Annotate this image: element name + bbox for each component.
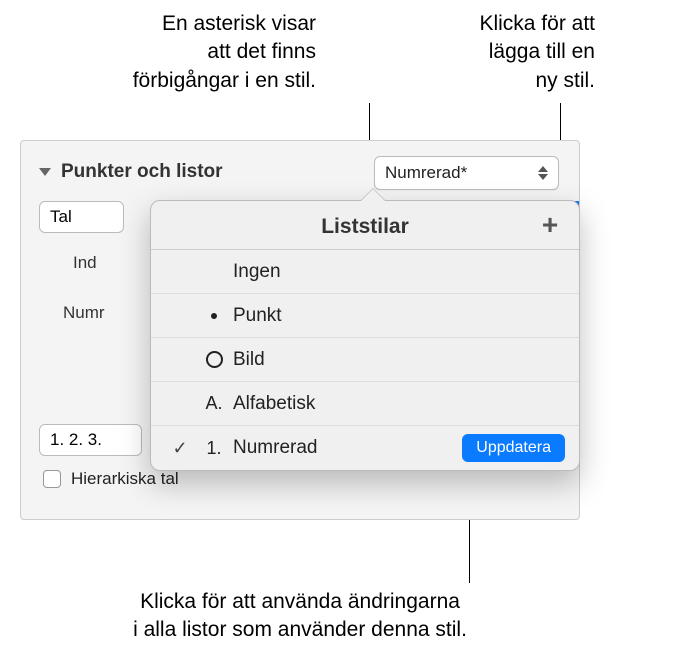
number-type-value: Tal xyxy=(50,207,72,227)
checkmark-icon: ✓ xyxy=(172,438,187,459)
sequence-field[interactable]: 1. 2. 3. xyxy=(39,424,142,456)
list-item-label: Punkt xyxy=(233,305,565,327)
add-style-button[interactable]: + xyxy=(535,211,565,241)
hollow-circle-icon xyxy=(206,351,223,368)
callout-update: Klicka för att använda ändringarna i all… xyxy=(90,588,510,645)
hierarchical-checkbox-row[interactable]: Hierarkiska tal xyxy=(43,469,179,489)
callout-asterisk-text: En asterisk visar att det finns förbigån… xyxy=(133,12,316,92)
list-style-item-bullet[interactable]: Punkt xyxy=(151,294,579,338)
list-item-label: Bild xyxy=(233,349,565,371)
chevron-updown-icon xyxy=(538,166,548,180)
letter-a-icon: A. xyxy=(205,393,222,414)
hierarchical-checkbox-label: Hierarkiska tal xyxy=(71,469,179,489)
callout-update-text: Klicka för att använda ändringarna i all… xyxy=(133,590,467,641)
disclosure-triangle-icon xyxy=(39,168,51,176)
list-style-dropdown-value: Numrerad* xyxy=(385,163,467,183)
list-item-label: Ingen xyxy=(233,261,565,283)
list-style-item-alphabetic[interactable]: A. Alfabetisk xyxy=(151,382,579,426)
list-item-label: Alfabetisk xyxy=(233,393,565,415)
checkbox-icon[interactable] xyxy=(43,470,61,488)
list-style-item-numbered[interactable]: ✓ 1. Numrerad Uppdatera xyxy=(151,426,579,470)
bullet-icon xyxy=(211,313,217,319)
number-type-dropdown[interactable]: Tal xyxy=(39,201,124,233)
number-one-icon: 1. xyxy=(206,438,221,459)
callout-add-style-text: Klicka för att lägga till en ny stil. xyxy=(479,12,595,92)
popover-header: Liststilar + xyxy=(151,201,579,250)
list-style-list: Ingen Punkt Bild A. Alfabetisk ✓ 1. Numr… xyxy=(151,250,579,470)
list-styles-popover: Liststilar + Ingen Punkt Bild A. Alfabet… xyxy=(150,200,580,471)
plus-icon: + xyxy=(542,209,558,240)
callout-asterisk: En asterisk visar att det finns förbigån… xyxy=(60,10,316,95)
list-style-item-none[interactable]: Ingen xyxy=(151,250,579,294)
indent-label-partial: Ind xyxy=(73,253,97,273)
number-label-partial: Numr xyxy=(63,303,105,323)
callout-add-style: Klicka för att lägga till en ny stil. xyxy=(422,10,595,95)
list-style-dropdown[interactable]: Numrerad* xyxy=(374,156,559,190)
list-style-item-image[interactable]: Bild xyxy=(151,338,579,382)
popover-title: Liststilar xyxy=(321,215,409,238)
list-item-label: Numrerad xyxy=(233,437,462,459)
update-style-button[interactable]: Uppdatera xyxy=(462,434,565,462)
section-title: Punkter och listor xyxy=(61,161,223,183)
sequence-value: 1. 2. 3. xyxy=(50,430,102,450)
